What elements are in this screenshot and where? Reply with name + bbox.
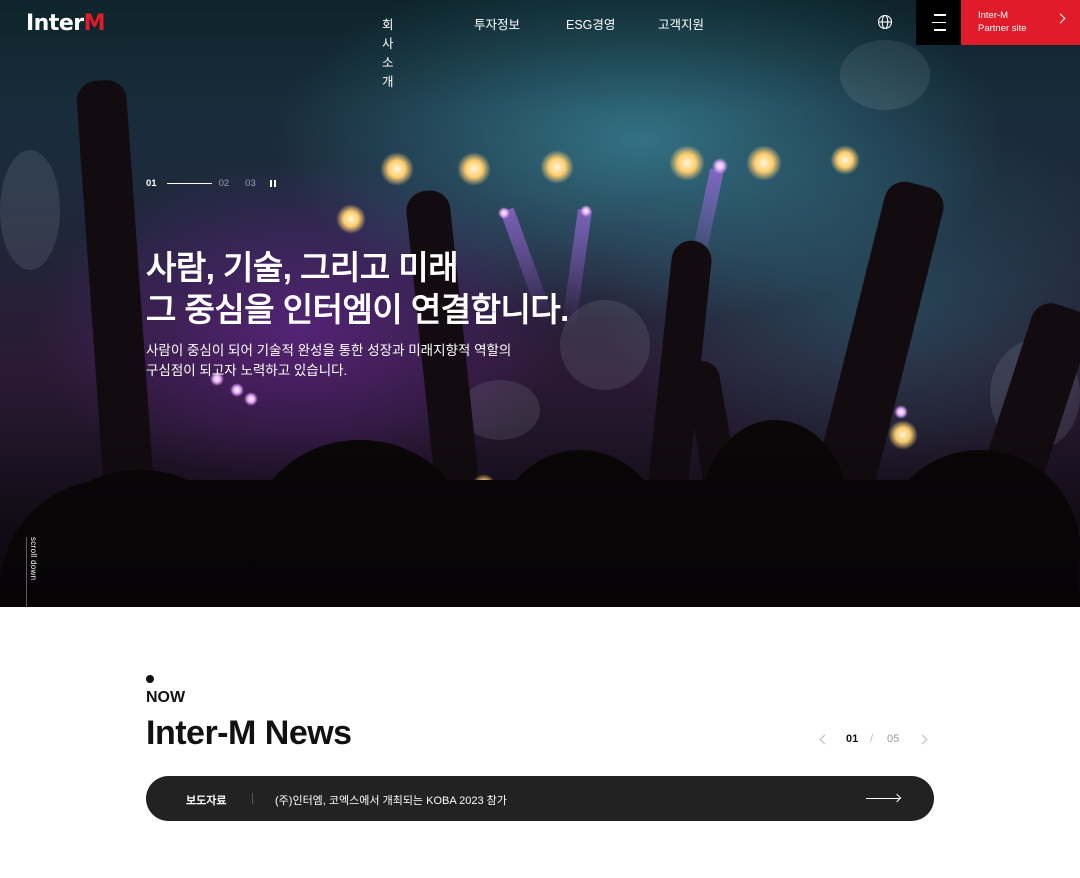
arrow-right-icon[interactable] (866, 798, 900, 799)
news-category: 보도자료 (186, 795, 227, 807)
slide-progress-bar (166, 183, 212, 184)
divider (252, 793, 253, 804)
hero-description: 사람이 중심이 되어 기술적 완성을 통한 성장과 미래지향적 역할의 구심점이… (146, 343, 512, 378)
news-pager: 01 / 05 (819, 733, 931, 747)
partner-site-button[interactable]: Inter-M Partner site (961, 0, 1080, 45)
scroll-down-label: scroll down (29, 537, 38, 581)
nav-item-esg[interactable]: ESG경영 (566, 14, 615, 33)
hamburger-icon (931, 11, 946, 34)
news-current-page: 01 (846, 733, 859, 745)
news-eyebrow: NOW (146, 689, 186, 706)
menu-button[interactable] (916, 0, 961, 45)
news-title: Inter-M News (146, 714, 352, 752)
scroll-line (26, 537, 27, 607)
logo-text: Inter (26, 10, 84, 36)
news-item[interactable]: 보도자료 (주)인터엠, 코엑스에서 개최되는 KOBA 2023 참가 (146, 776, 934, 821)
news-total-pages: 05 (887, 733, 900, 745)
partner-label-2: Partner site (978, 23, 1027, 34)
chevron-right-icon[interactable] (917, 734, 928, 745)
slide-indicator-3[interactable]: 03 (245, 178, 256, 189)
section-dot (146, 675, 154, 683)
nav-item-investor[interactable]: 투자정보 (474, 14, 520, 33)
nav-item-company[interactable]: 회사소개 (382, 14, 394, 90)
hero-title: 사람, 기술, 그리고 미래 그 중심을 인터엠이 연결합니다. (146, 249, 569, 328)
news-headline[interactable]: (주)인터엠, 코엑스에서 개최되는 KOBA 2023 참가 (275, 792, 507, 808)
nav-item-support[interactable]: 고객지원 (658, 14, 704, 33)
slide-pager: 01 02 03 (146, 178, 276, 189)
news-page-separator: / (870, 733, 874, 745)
globe-icon[interactable] (876, 13, 894, 31)
slide-indicator-1[interactable]: 01 (146, 178, 157, 189)
chevron-left-icon[interactable] (819, 734, 830, 745)
logo-mark: M (83, 10, 106, 36)
slide-indicator-2[interactable]: 02 (219, 178, 230, 189)
partner-label-1: Inter-M (978, 10, 1009, 21)
logo[interactable]: Inter M (26, 10, 106, 36)
hero-banner: Inter M 회사소개 투자정보 ESG경영 고객지원 Inter-M Part… (0, 0, 1080, 607)
pause-icon[interactable] (269, 180, 276, 187)
